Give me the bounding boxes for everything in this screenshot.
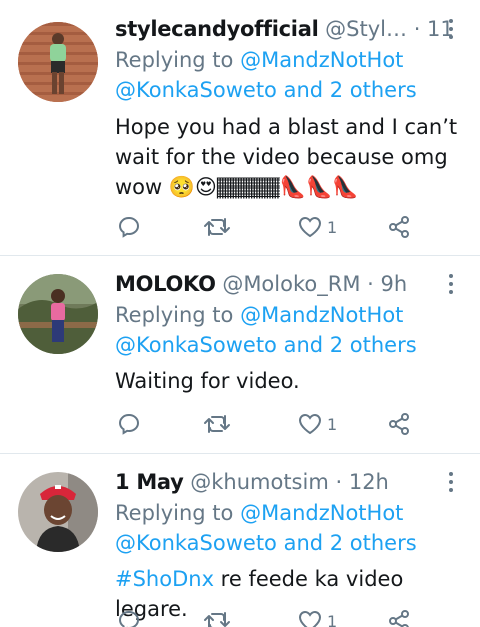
avatar[interactable] (18, 472, 98, 552)
replying-to: Replying to @MandzNotHot @KonkaSoweto an… (115, 300, 460, 360)
like-button[interactable]: 1 (297, 409, 337, 439)
like-icon (298, 413, 322, 435)
tweet-header: 1 May @khumotsim · 12h (115, 467, 455, 497)
retweet-icon (204, 218, 230, 236)
reply-button[interactable] (117, 606, 141, 627)
replying-to: Replying to @MandzNotHot @KonkaSoweto an… (115, 498, 460, 558)
tweet-actions: 1 (115, 606, 455, 627)
tweet-actions: 1 (115, 409, 455, 439)
tweet-stylecandyofficial[interactable]: stylecandyofficial @Styl… · 11h Replying… (0, 0, 480, 255)
reply-icon (118, 413, 140, 435)
like-button[interactable]: 1 (297, 606, 337, 627)
timestamp[interactable]: · 12h (335, 470, 388, 494)
tweet-header: MOLOKO @Moloko_RM · 9h (115, 269, 455, 299)
avatar[interactable] (18, 22, 98, 102)
tweet-1-may[interactable]: 1 May @khumotsim · 12h Replying to @Mand… (0, 454, 480, 627)
mention-link[interactable]: @MandzNotHot (240, 303, 403, 327)
reply-icon (118, 216, 140, 238)
share-button[interactable] (387, 606, 411, 627)
reply-icon (118, 610, 140, 627)
avatar[interactable] (18, 274, 98, 354)
retweet-button[interactable] (203, 606, 231, 627)
share-button[interactable] (387, 212, 411, 242)
like-count: 1 (327, 217, 338, 237)
tweet-header: stylecandyofficial @Styl… · 11h (115, 14, 455, 44)
mention-link[interactable]: @KonkaSoweto and 2 others (115, 78, 417, 102)
replying-prefix: Replying to (115, 501, 234, 525)
user-handle[interactable]: @Moloko_RM (222, 272, 360, 296)
reply-button[interactable] (117, 212, 141, 242)
like-count: 1 (327, 611, 338, 627)
mention-link[interactable]: @KonkaSoweto and 2 others (115, 333, 417, 357)
retweet-icon (204, 612, 230, 627)
like-icon (298, 216, 322, 238)
user-handle[interactable]: @khumotsim (190, 470, 329, 494)
tweet-text: Waiting for video. (115, 369, 300, 393)
share-icon (389, 216, 409, 238)
like-button[interactable]: 1 (297, 212, 337, 242)
mention-link[interactable]: @MandzNotHot (240, 48, 403, 72)
hashtag-link[interactable]: #ShoDnx (115, 567, 214, 591)
more-icon[interactable] (441, 271, 461, 297)
replying-to: Replying to @MandzNotHot @KonkaSoweto an… (115, 45, 460, 105)
replying-prefix: Replying to (115, 303, 234, 327)
tweet-moloko[interactable]: MOLOKO @Moloko_RM · 9h Replying to @Mand… (0, 256, 480, 453)
retweet-button[interactable] (203, 212, 231, 242)
retweet-icon (204, 415, 230, 433)
display-name[interactable]: MOLOKO (115, 272, 216, 296)
more-icon[interactable] (441, 16, 461, 42)
reply-button[interactable] (117, 409, 141, 439)
tweet-text: Hope you had a blast and I can’t wait fo… (115, 115, 458, 199)
like-icon (298, 610, 322, 627)
share-icon (389, 413, 409, 435)
user-handle[interactable]: @Styl… (325, 17, 407, 41)
retweet-button[interactable] (203, 409, 231, 439)
like-count: 1 (327, 414, 338, 434)
tweet-actions: 1 (115, 212, 455, 242)
replying-prefix: Replying to (115, 48, 234, 72)
share-button[interactable] (387, 409, 411, 439)
timestamp[interactable]: · 9h (367, 272, 407, 296)
display-name[interactable]: 1 May (115, 470, 184, 494)
more-icon[interactable] (441, 469, 461, 495)
share-icon (389, 610, 409, 627)
mention-link[interactable]: @KonkaSoweto and 2 others (115, 531, 417, 555)
mention-link[interactable]: @MandzNotHot (240, 501, 403, 525)
display-name[interactable]: stylecandyofficial (115, 17, 319, 41)
